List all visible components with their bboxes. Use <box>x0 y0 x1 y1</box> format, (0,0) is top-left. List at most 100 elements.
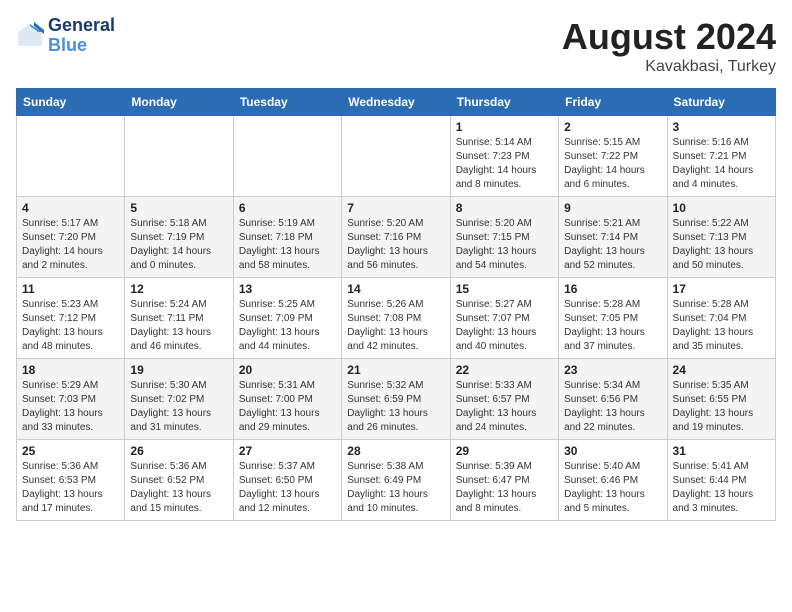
page-header: General Blue August 2024 Kavakbasi, Turk… <box>16 16 776 76</box>
day-info: Sunrise: 5:37 AM Sunset: 6:50 PM Dayligh… <box>239 460 336 516</box>
day-number: 21 <box>347 363 444 377</box>
calendar-week-row: 4 Sunrise: 5:17 AM Sunset: 7:20 PM Daylig… <box>17 197 776 278</box>
day-number: 3 <box>673 120 770 134</box>
day-info: Sunrise: 5:32 AM Sunset: 6:59 PM Dayligh… <box>347 379 444 435</box>
day-number: 28 <box>347 444 444 458</box>
calendar-cell: 24Sunrise: 5:35 AM Sunset: 6:55 PM Dayli… <box>667 359 775 440</box>
day-number: 15 <box>456 282 553 296</box>
calendar-cell: 14 Sunrise: 5:26 AM Sunset: 7:08 PM Dayli… <box>342 278 450 359</box>
weekday-header-thursday: Thursday <box>450 89 558 116</box>
calendar-cell: 5Sunrise: 5:18 AM Sunset: 7:19 PM Daylig… <box>125 197 233 278</box>
calendar-cell: 6 Sunrise: 5:19 AM Sunset: 7:18 PM Daylig… <box>233 197 341 278</box>
day-info: Sunrise: 5:25 AM Sunset: 7:09 PM Dayligh… <box>239 298 336 354</box>
calendar-cell: 15 Sunrise: 5:27 AM Sunset: 7:07 PM Dayli… <box>450 278 558 359</box>
day-info: Sunrise: 5:41 AM Sunset: 6:44 PM Dayligh… <box>673 460 770 516</box>
day-info: Sunrise: 5:17 AM Sunset: 7:20 PM Dayligh… <box>22 217 119 273</box>
day-number: 9 <box>564 201 661 215</box>
day-number: 2 <box>564 120 661 134</box>
day-number: 4 <box>22 201 119 215</box>
logo-icon <box>16 22 44 50</box>
day-number: 23 <box>564 363 661 377</box>
month-title: August 2024 <box>562 16 776 58</box>
calendar-cell: 7 Sunrise: 5:20 AM Sunset: 7:16 PM Daylig… <box>342 197 450 278</box>
location-subtitle: Kavakbasi, Turkey <box>562 58 776 76</box>
calendar-week-row: 1 Sunrise: 5:14 AM Sunset: 7:23 PM Daylig… <box>17 116 776 197</box>
calendar-cell: 27 Sunrise: 5:37 AM Sunset: 6:50 PM Dayli… <box>233 440 341 521</box>
calendar-cell: 10 Sunrise: 5:22 AM Sunset: 7:13 PM Dayli… <box>667 197 775 278</box>
weekday-header-sunday: Sunday <box>17 89 125 116</box>
day-number: 8 <box>456 201 553 215</box>
calendar-cell <box>125 116 233 197</box>
calendar-cell <box>17 116 125 197</box>
weekday-header-row: SundayMondayTuesdayWednesdayThursdayFrid… <box>17 89 776 116</box>
day-number: 17 <box>673 282 770 296</box>
day-info: Sunrise: 5:19 AM Sunset: 7:18 PM Dayligh… <box>239 217 336 273</box>
day-number: 7 <box>347 201 444 215</box>
weekday-header-wednesday: Wednesday <box>342 89 450 116</box>
day-info: Sunrise: 5:14 AM Sunset: 7:23 PM Dayligh… <box>456 136 553 192</box>
day-number: 26 <box>130 444 227 458</box>
day-number: 27 <box>239 444 336 458</box>
weekday-header-monday: Monday <box>125 89 233 116</box>
calendar-week-row: 11 Sunrise: 5:23 AM Sunset: 7:12 PM Dayli… <box>17 278 776 359</box>
day-info: Sunrise: 5:27 AM Sunset: 7:07 PM Dayligh… <box>456 298 553 354</box>
logo-text: General Blue <box>48 16 115 56</box>
logo: General Blue <box>16 16 115 56</box>
calendar-cell: 11 Sunrise: 5:23 AM Sunset: 7:12 PM Dayli… <box>17 278 125 359</box>
weekday-header-friday: Friday <box>559 89 667 116</box>
day-info: Sunrise: 5:15 AM Sunset: 7:22 PM Dayligh… <box>564 136 661 192</box>
calendar-cell: 28 Sunrise: 5:38 AM Sunset: 6:49 PM Dayli… <box>342 440 450 521</box>
day-info: Sunrise: 5:28 AM Sunset: 7:04 PM Dayligh… <box>673 298 770 354</box>
day-info: Sunrise: 5:28 AM Sunset: 7:05 PM Dayligh… <box>564 298 661 354</box>
calendar-cell: 19Sunrise: 5:30 AM Sunset: 7:02 PM Dayli… <box>125 359 233 440</box>
calendar-cell: 16 Sunrise: 5:28 AM Sunset: 7:05 PM Dayli… <box>559 278 667 359</box>
day-info: Sunrise: 5:30 AM Sunset: 7:02 PM Dayligh… <box>130 379 227 435</box>
day-number: 5 <box>130 201 227 215</box>
day-info: Sunrise: 5:39 AM Sunset: 6:47 PM Dayligh… <box>456 460 553 516</box>
day-info: Sunrise: 5:20 AM Sunset: 7:15 PM Dayligh… <box>456 217 553 273</box>
calendar-cell: 17 Sunrise: 5:28 AM Sunset: 7:04 PM Dayli… <box>667 278 775 359</box>
day-number: 10 <box>673 201 770 215</box>
day-number: 22 <box>456 363 553 377</box>
calendar-cell: 23 Sunrise: 5:34 AM Sunset: 6:56 PM Dayli… <box>559 359 667 440</box>
day-info: Sunrise: 5:34 AM Sunset: 6:56 PM Dayligh… <box>564 379 661 435</box>
calendar-cell: 2 Sunrise: 5:15 AM Sunset: 7:22 PM Daylig… <box>559 116 667 197</box>
day-number: 18 <box>22 363 119 377</box>
day-info: Sunrise: 5:20 AM Sunset: 7:16 PM Dayligh… <box>347 217 444 273</box>
day-number: 24 <box>673 363 770 377</box>
calendar-cell: 8 Sunrise: 5:20 AM Sunset: 7:15 PM Daylig… <box>450 197 558 278</box>
day-info: Sunrise: 5:22 AM Sunset: 7:13 PM Dayligh… <box>673 217 770 273</box>
calendar-cell: 4 Sunrise: 5:17 AM Sunset: 7:20 PM Daylig… <box>17 197 125 278</box>
day-info: Sunrise: 5:23 AM Sunset: 7:12 PM Dayligh… <box>22 298 119 354</box>
day-info: Sunrise: 5:36 AM Sunset: 6:53 PM Dayligh… <box>22 460 119 516</box>
day-number: 16 <box>564 282 661 296</box>
day-number: 12 <box>130 282 227 296</box>
calendar-cell: 3Sunrise: 5:16 AM Sunset: 7:21 PM Daylig… <box>667 116 775 197</box>
calendar-cell: 30Sunrise: 5:40 AM Sunset: 6:46 PM Dayli… <box>559 440 667 521</box>
day-info: Sunrise: 5:33 AM Sunset: 6:57 PM Dayligh… <box>456 379 553 435</box>
calendar-cell: 1 Sunrise: 5:14 AM Sunset: 7:23 PM Daylig… <box>450 116 558 197</box>
day-info: Sunrise: 5:36 AM Sunset: 6:52 PM Dayligh… <box>130 460 227 516</box>
calendar-week-row: 18 Sunrise: 5:29 AM Sunset: 7:03 PM Dayli… <box>17 359 776 440</box>
day-number: 25 <box>22 444 119 458</box>
weekday-header-saturday: Saturday <box>667 89 775 116</box>
day-number: 31 <box>673 444 770 458</box>
calendar-cell: 9Sunrise: 5:21 AM Sunset: 7:14 PM Daylig… <box>559 197 667 278</box>
day-number: 29 <box>456 444 553 458</box>
day-info: Sunrise: 5:38 AM Sunset: 6:49 PM Dayligh… <box>347 460 444 516</box>
weekday-header-tuesday: Tuesday <box>233 89 341 116</box>
day-info: Sunrise: 5:24 AM Sunset: 7:11 PM Dayligh… <box>130 298 227 354</box>
calendar-cell: 21 Sunrise: 5:32 AM Sunset: 6:59 PM Dayli… <box>342 359 450 440</box>
day-info: Sunrise: 5:29 AM Sunset: 7:03 PM Dayligh… <box>22 379 119 435</box>
day-number: 6 <box>239 201 336 215</box>
calendar-cell <box>342 116 450 197</box>
day-info: Sunrise: 5:26 AM Sunset: 7:08 PM Dayligh… <box>347 298 444 354</box>
day-number: 30 <box>564 444 661 458</box>
calendar-cell: 20Sunrise: 5:31 AM Sunset: 7:00 PM Dayli… <box>233 359 341 440</box>
day-number: 1 <box>456 120 553 134</box>
calendar-cell: 13Sunrise: 5:25 AM Sunset: 7:09 PM Dayli… <box>233 278 341 359</box>
day-number: 11 <box>22 282 119 296</box>
day-number: 14 <box>347 282 444 296</box>
calendar-week-row: 25 Sunrise: 5:36 AM Sunset: 6:53 PM Dayli… <box>17 440 776 521</box>
calendar-cell: 25 Sunrise: 5:36 AM Sunset: 6:53 PM Dayli… <box>17 440 125 521</box>
